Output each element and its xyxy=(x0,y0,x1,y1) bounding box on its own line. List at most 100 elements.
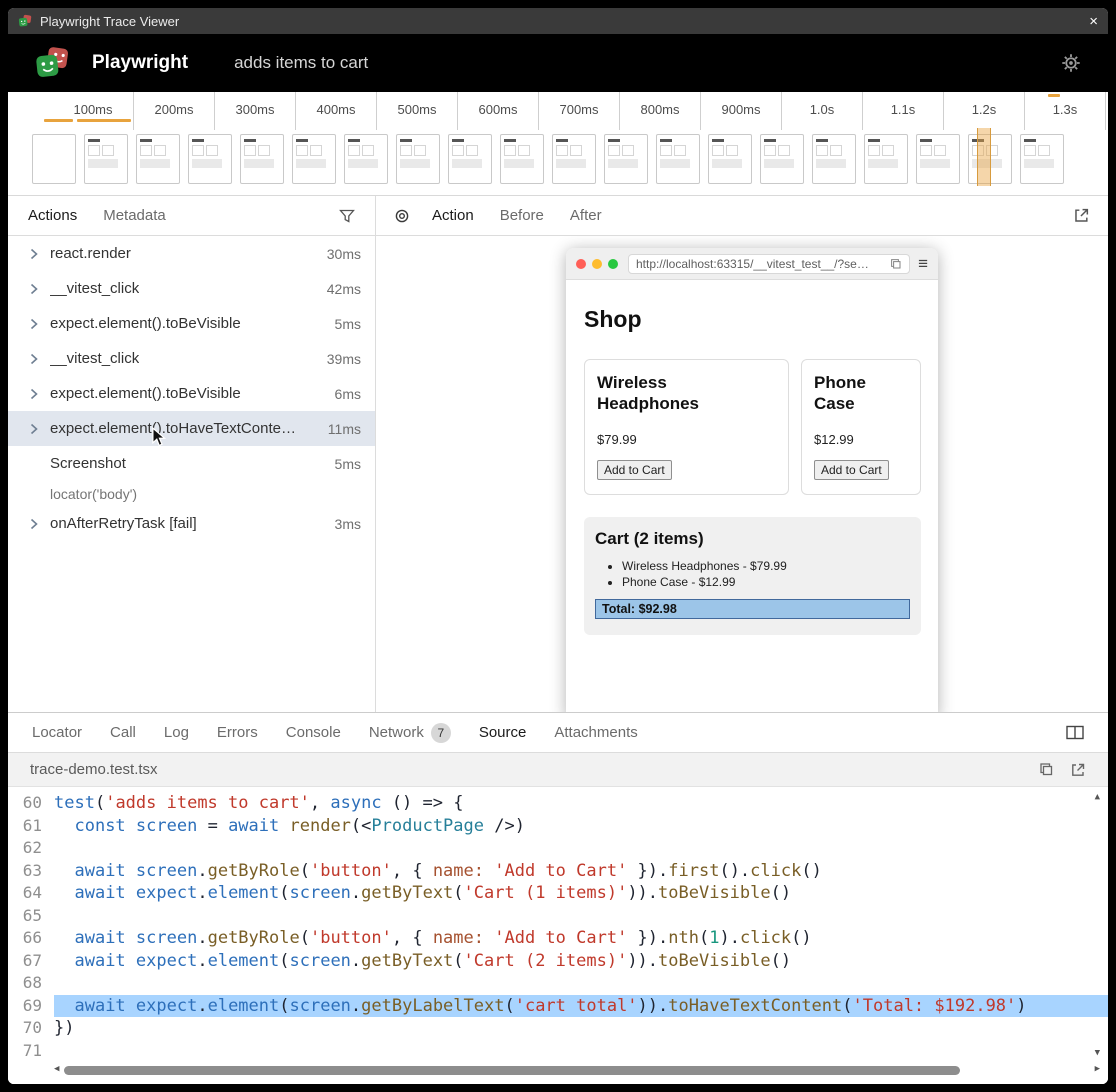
code-text xyxy=(54,1040,1108,1063)
tab-call[interactable]: Call xyxy=(110,724,136,741)
copy-source-icon[interactable] xyxy=(1039,762,1054,777)
scroll-left-arrow-icon[interactable]: ◀ xyxy=(54,1065,59,1074)
timeline[interactable]: 100ms200ms300ms400ms500ms600ms700ms800ms… xyxy=(8,92,1108,196)
open-source-external-icon[interactable] xyxy=(1070,762,1086,778)
thumb-heading-mark xyxy=(660,139,672,142)
action-item[interactable]: onAfterRetryTask [fail]3ms xyxy=(8,506,375,541)
timeline-thumbnail[interactable] xyxy=(656,134,700,184)
tab-locator[interactable]: Locator xyxy=(32,724,82,741)
product-price: $79.99 xyxy=(597,432,776,447)
timeline-thumbnail[interactable] xyxy=(760,134,804,184)
scroll-down-arrow-icon[interactable]: ▼ xyxy=(1095,1049,1100,1058)
test-title: adds items to cart xyxy=(234,53,368,73)
timeline-thumbnail[interactable] xyxy=(344,134,388,184)
product-list: Wireless Headphones$79.99Add to CartPhon… xyxy=(584,359,921,495)
action-item[interactable]: expect.element().toHaveTextConte…11ms xyxy=(8,411,375,446)
filter-icon[interactable] xyxy=(339,209,355,223)
timeline-thumbnail[interactable] xyxy=(500,134,544,184)
source-file-bar: trace-demo.test.tsx xyxy=(8,753,1108,787)
timeline-tick-label: 300ms xyxy=(215,92,296,130)
traffic-light-yellow-icon xyxy=(592,259,602,269)
action-item[interactable]: Screenshot 5ms xyxy=(8,446,375,481)
line-number: 68 xyxy=(8,972,54,995)
action-item[interactable]: __vitest_click42ms xyxy=(8,271,375,306)
chevron-right-icon xyxy=(28,423,50,435)
thumb-products-mark xyxy=(868,145,904,156)
thumb-products-mark xyxy=(816,145,852,156)
timeline-thumbnail[interactable] xyxy=(188,134,232,184)
line-number: 66 xyxy=(8,927,54,950)
thumb-heading-mark xyxy=(400,139,412,142)
action-item[interactable]: react.render30ms xyxy=(8,236,375,271)
shop-heading: Shop xyxy=(584,306,921,333)
thumb-heading-mark xyxy=(556,139,568,142)
split-view-icon[interactable] xyxy=(1066,725,1084,740)
timeline-thumbnail[interactable] xyxy=(448,134,492,184)
thumb-products-mark xyxy=(452,145,488,156)
gear-icon[interactable] xyxy=(1060,52,1082,74)
timeline-thumbnail[interactable] xyxy=(136,134,180,184)
thumb-heading-mark xyxy=(192,139,204,142)
page-url: http://localhost:63315/__vitest_test__/?… xyxy=(636,257,885,271)
thumb-heading-mark xyxy=(88,139,100,142)
tab-action[interactable]: Action xyxy=(432,207,474,224)
action-item-duration: 3ms xyxy=(327,516,361,532)
timeline-thumbnail[interactable] xyxy=(916,134,960,184)
code-lines: 60test('adds items to cart', async () =>… xyxy=(8,792,1108,1062)
thumb-heading-mark xyxy=(296,139,308,142)
timeline-thumbnail[interactable] xyxy=(240,134,284,184)
open-snapshot-external-icon[interactable] xyxy=(1073,207,1090,224)
action-item[interactable]: expect.element().toBeVisible6ms xyxy=(8,376,375,411)
timeline-thumbnail[interactable] xyxy=(292,134,336,184)
code-line: 66 await screen.getByRole('button', { na… xyxy=(8,927,1108,950)
code-text: await screen.getByRole('button', { name:… xyxy=(54,860,1108,883)
action-item-duration: 6ms xyxy=(327,386,361,402)
timeline-thumbnail[interactable] xyxy=(32,134,76,184)
timeline-thumbnail[interactable] xyxy=(864,134,908,184)
tab-attachments[interactable]: Attachments xyxy=(554,724,637,741)
line-number: 63 xyxy=(8,860,54,883)
tab-before[interactable]: Before xyxy=(500,207,544,224)
action-item[interactable]: expect.element().toBeVisible5ms xyxy=(8,306,375,341)
timeline-thumbnail[interactable] xyxy=(84,134,128,184)
action-item-label: react.render xyxy=(50,245,131,262)
tab-after[interactable]: After xyxy=(570,207,602,224)
scroll-right-arrow-icon[interactable]: ▶ xyxy=(1095,1065,1100,1074)
tab-source[interactable]: Source xyxy=(479,724,527,741)
line-number: 70 xyxy=(8,1017,54,1040)
code-text xyxy=(54,837,1108,860)
close-icon[interactable]: × xyxy=(1089,14,1098,29)
horizontal-scrollbar-thumb[interactable] xyxy=(64,1066,960,1075)
code-line: 67 await expect.element(screen.getByText… xyxy=(8,950,1108,973)
timeline-thumbnail[interactable] xyxy=(604,134,648,184)
timeline-tick-label: 200ms xyxy=(134,92,215,130)
timeline-action-bar xyxy=(44,119,73,122)
action-item-duration: 39ms xyxy=(319,351,361,367)
code-text: await expect.element(screen.getByLabelTe… xyxy=(54,995,1108,1018)
product-price: $12.99 xyxy=(814,432,908,447)
timeline-thumbnail[interactable] xyxy=(1020,134,1064,184)
timeline-thumbnail[interactable] xyxy=(396,134,440,184)
action-item-duration: 5ms xyxy=(327,456,361,472)
thumb-products-mark xyxy=(88,145,124,156)
timeline-thumbnail[interactable] xyxy=(812,134,856,184)
thumb-cart-mark xyxy=(920,159,950,168)
timeline-thumbnail[interactable] xyxy=(552,134,596,184)
code-text: await expect.element(screen.getByText('C… xyxy=(54,882,1108,905)
action-item[interactable]: __vitest_click39ms xyxy=(8,341,375,376)
timeline-thumbnail[interactable] xyxy=(708,134,752,184)
tab-actions[interactable]: Actions xyxy=(28,207,77,224)
action-item-label: Screenshot xyxy=(50,455,126,472)
tab-errors[interactable]: Errors xyxy=(217,724,258,741)
tab-network[interactable]: Network7 xyxy=(369,723,451,743)
cart-item-list: Wireless Headphones - $79.99Phone Case -… xyxy=(595,559,910,589)
line-number: 61 xyxy=(8,815,54,838)
line-number: 67 xyxy=(8,950,54,973)
line-number: 65 xyxy=(8,905,54,928)
tab-metadata[interactable]: Metadata xyxy=(103,207,166,224)
action-item-duration: 42ms xyxy=(319,281,361,297)
tab-console[interactable]: Console xyxy=(286,724,341,741)
scroll-up-arrow-icon[interactable]: ▲ xyxy=(1095,793,1100,802)
tab-log[interactable]: Log xyxy=(164,724,189,741)
thumb-heading-mark xyxy=(868,139,880,142)
